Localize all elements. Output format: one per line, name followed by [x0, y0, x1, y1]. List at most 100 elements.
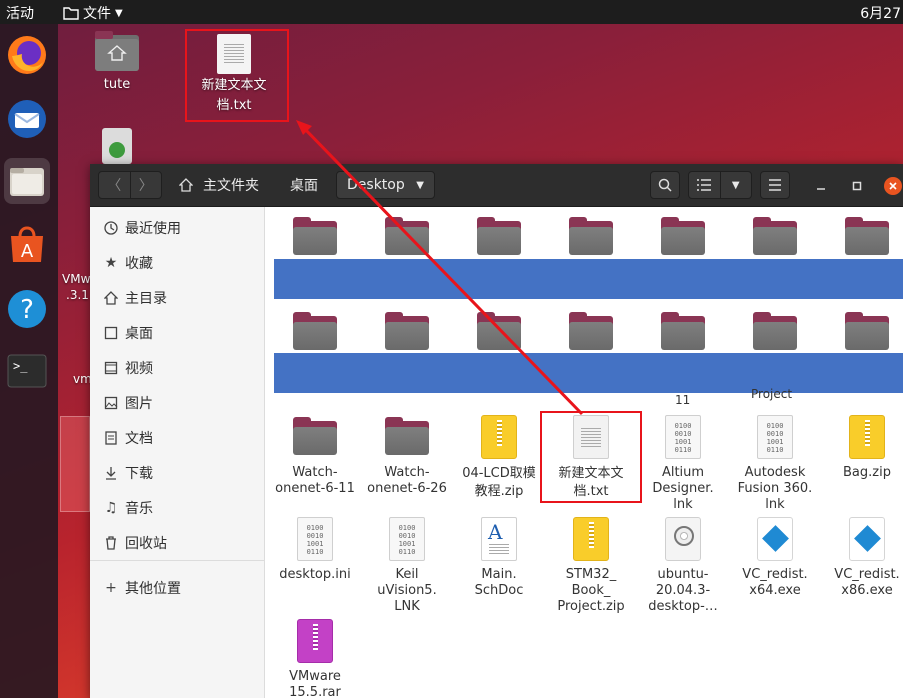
sidebar-item-label: 主目录: [125, 291, 167, 307]
dock-firefox[interactable]: [4, 32, 50, 78]
folder-icon[interactable]: [293, 312, 337, 350]
forward-button[interactable]: 〉: [130, 175, 161, 195]
sidebar-item-recent[interactable]: 最近使用: [90, 212, 265, 244]
zip-icon: [573, 517, 609, 561]
dock-thunderbird[interactable]: [4, 96, 50, 142]
sidebar-item-music[interactable]: ♫ 音乐: [90, 492, 265, 524]
sidebar-item-label: 图片: [125, 396, 153, 412]
annotation-box-file: [540, 411, 642, 503]
chevron-down-icon: ▼: [115, 7, 123, 19]
folder-icon[interactable]: [661, 312, 705, 350]
software-store-icon: A: [11, 226, 43, 262]
search-button[interactable]: [650, 171, 680, 199]
dock-help[interactable]: ?: [4, 286, 50, 332]
folder-icon[interactable]: [845, 312, 889, 350]
download-icon: [103, 465, 119, 481]
search-icon: [658, 178, 672, 192]
minimize-button[interactable]: [812, 177, 830, 195]
desktop-icon-trash[interactable]: [99, 128, 135, 164]
archive-icon: [297, 619, 333, 663]
firefox-icon: [8, 36, 46, 74]
desktop-selection-remnant: [60, 416, 90, 512]
breadcrumb-label: Desktop: [347, 177, 405, 193]
activities-button[interactable]: 活动: [6, 3, 34, 23]
sidebar-item-other-locations[interactable]: + 其他位置: [90, 572, 265, 604]
folder-icon[interactable]: [477, 312, 521, 350]
sidebar-item-label: 最近使用: [125, 221, 181, 237]
file-label: ubuntu- 20.04.3- desktop-…: [648, 567, 718, 614]
folder-icon[interactable]: [569, 217, 613, 255]
desktop-partial-label: .3.1: [66, 288, 89, 302]
desktop-partial-label: VMw: [62, 272, 91, 286]
app-menu[interactable]: 文件 ▼: [63, 3, 123, 23]
star-icon: ★: [104, 255, 118, 271]
folder-icon[interactable]: [753, 312, 797, 350]
chevron-down-icon: ▼: [416, 179, 424, 191]
sidebar-item-starred[interactable]: ★ 收藏: [90, 247, 265, 279]
zip-icon: [481, 415, 517, 459]
clock[interactable]: 6月27: [860, 3, 901, 23]
sidebar-item-documents[interactable]: 文档: [90, 422, 265, 454]
list-view-button[interactable]: [689, 179, 720, 191]
back-button[interactable]: 〈: [99, 175, 130, 195]
file-label: Altium Designer. lnk: [652, 465, 714, 512]
sidebar-item-home[interactable]: 主目录: [90, 282, 265, 314]
folder-icon[interactable]: [385, 217, 429, 255]
binary-file-icon: 0100 0010 1001 0110: [297, 517, 333, 561]
folder-icon[interactable]: [661, 217, 705, 255]
hamburger-icon: [769, 179, 781, 191]
dock: A ? >_: [0, 24, 58, 698]
svg-text:>_: >_: [13, 359, 28, 373]
sidebar-item-label: 视频: [125, 361, 153, 377]
zip-icon: [849, 415, 885, 459]
file-label: STM32_ Book_ Project.zip: [557, 567, 625, 614]
files-icon: [10, 168, 44, 196]
folder-icon[interactable]: [845, 217, 889, 255]
file-label: Watch- onenet-6-11: [275, 465, 355, 496]
help-icon: ?: [8, 290, 46, 328]
sidebar-item-videos[interactable]: 视频: [90, 352, 265, 384]
menu-button[interactable]: [760, 171, 790, 199]
redacted-bar: [274, 259, 903, 299]
close-button[interactable]: [884, 177, 902, 195]
sidebar-item-downloads[interactable]: 下载: [90, 457, 265, 489]
list-icon: [697, 179, 712, 191]
trash-icon: [102, 128, 132, 164]
folder-icon[interactable]: [477, 217, 521, 255]
image-icon: [103, 395, 119, 411]
breadcrumb-home[interactable]: 主文件夹: [169, 171, 269, 199]
file-label: Autodesk Fusion 360. lnk: [737, 465, 813, 512]
disc-image-icon: [665, 517, 701, 561]
maximize-button[interactable]: [848, 177, 866, 195]
folder-icon[interactable]: [569, 312, 613, 350]
file-label: Watch- onenet-6-26: [367, 465, 447, 496]
folder-icon[interactable]: [385, 312, 429, 350]
dock-files[interactable]: [4, 158, 50, 204]
view-options: ▼: [688, 171, 752, 199]
sidebar-item-label: 收藏: [125, 256, 153, 272]
view-dropdown-button[interactable]: ▼: [720, 180, 751, 191]
folder-icon[interactable]: [293, 217, 337, 255]
home-folder-icon: [95, 31, 139, 71]
breadcrumb-label: 桌面: [290, 178, 318, 194]
close-icon: [889, 182, 897, 190]
breadcrumb-desktop-cn[interactable]: 桌面: [280, 171, 328, 199]
sidebar-item-pictures[interactable]: 图片: [90, 387, 265, 419]
file-label: VC_redist. x86.exe: [834, 567, 900, 598]
dock-software[interactable]: A: [4, 222, 50, 268]
folder-icon[interactable]: [753, 217, 797, 255]
breadcrumb-current[interactable]: Desktop ▼: [336, 171, 435, 199]
dock-terminal[interactable]: >_: [4, 348, 50, 394]
clock-icon: [103, 220, 119, 236]
file-label: 04-LCD取模 教程.zip: [462, 466, 536, 499]
sidebar-item-trash[interactable]: 回收站: [90, 527, 265, 559]
file-label: desktop.ini: [279, 567, 351, 582]
sidebar-item-label: 文档: [125, 431, 153, 447]
sidebar-item-desktop[interactable]: 桌面: [90, 317, 265, 349]
annotation-box-desktop: [185, 29, 289, 122]
home-icon: [179, 178, 193, 192]
maximize-icon: [852, 181, 862, 191]
file-label: Keil uVision5. LNK: [377, 567, 437, 614]
desktop-icon-tute[interactable]: tute: [92, 31, 142, 92]
music-icon: ♫: [104, 500, 118, 516]
